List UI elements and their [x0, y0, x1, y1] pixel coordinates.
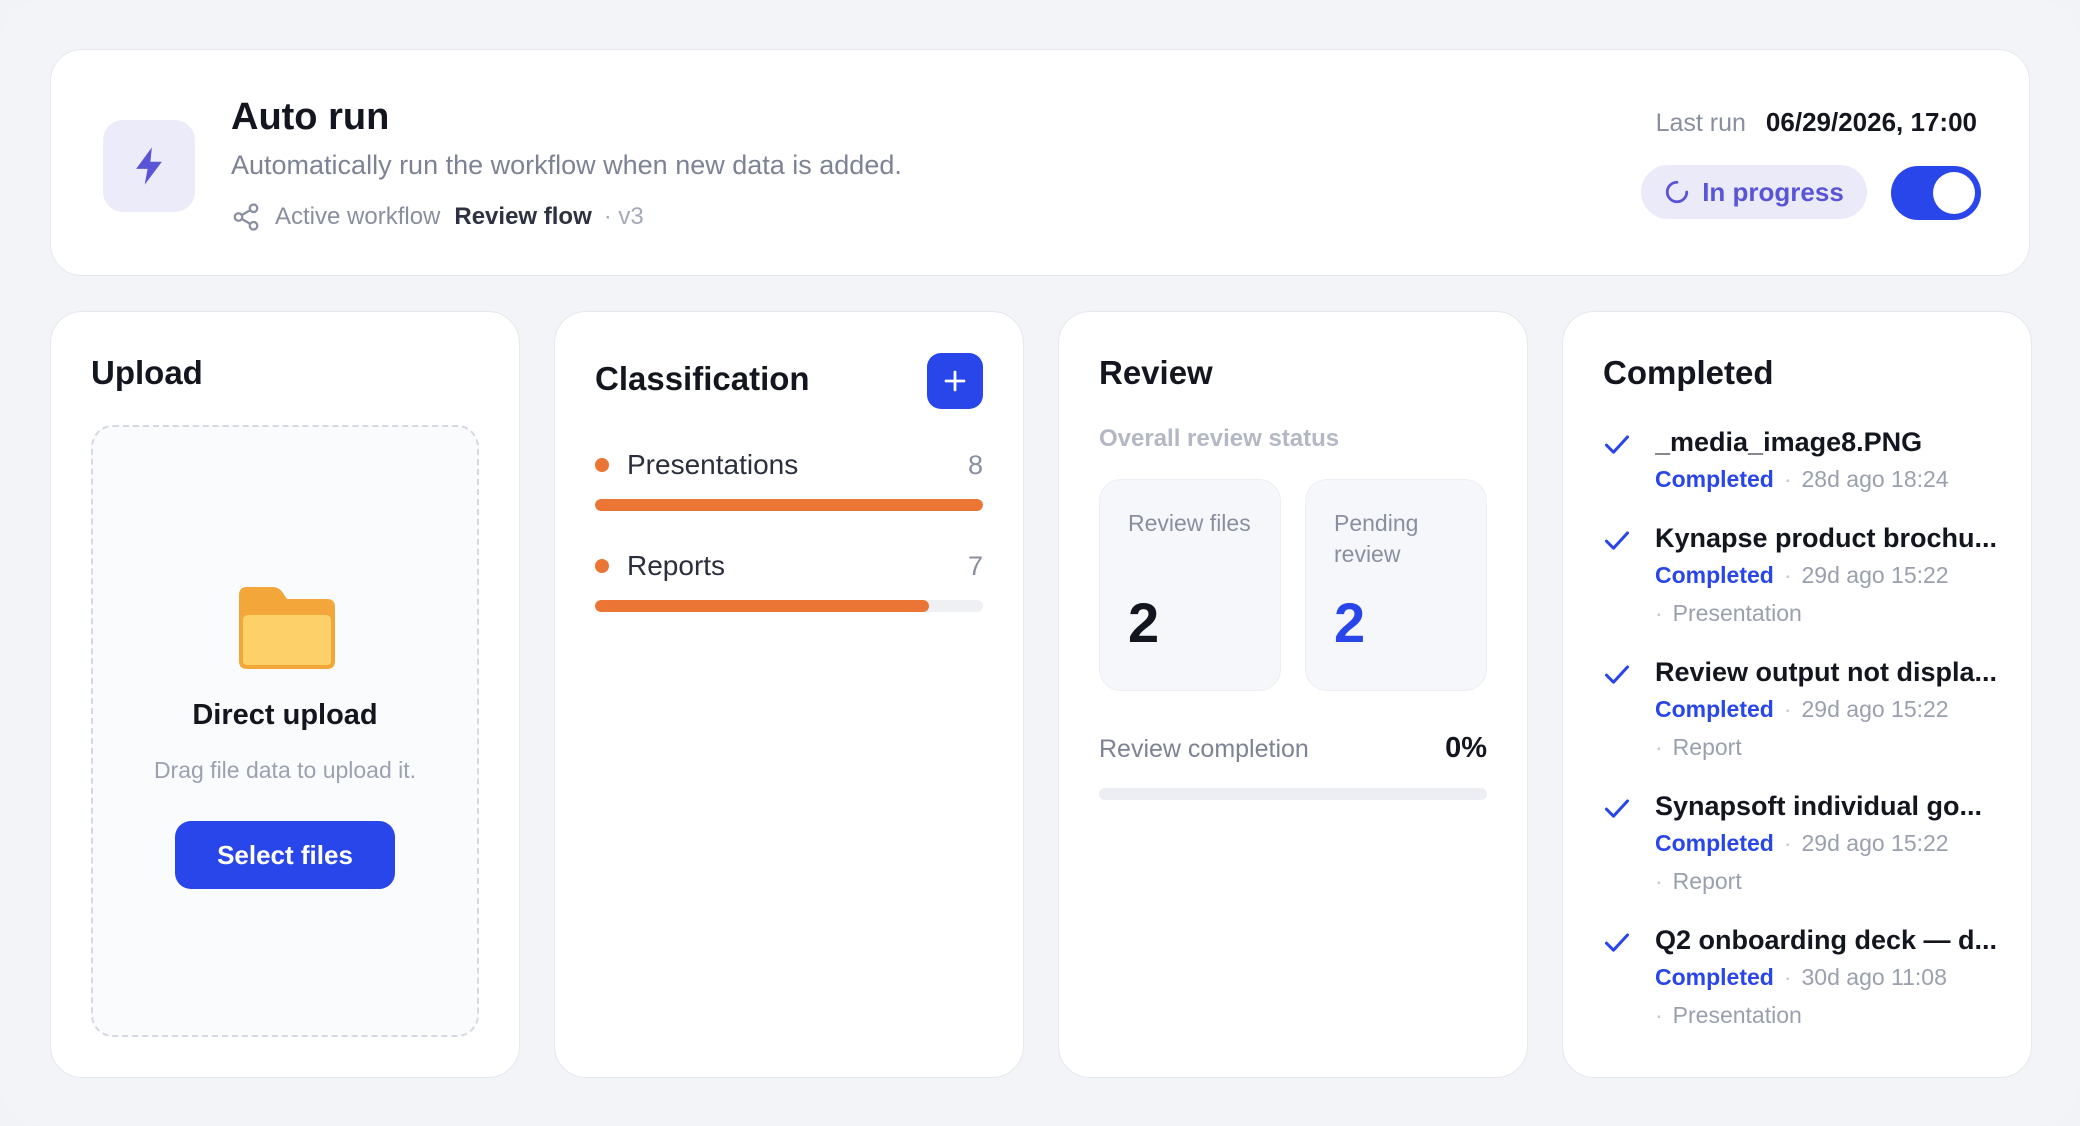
- workflow-name-link[interactable]: Review flow: [454, 203, 591, 231]
- review-title: Review: [1099, 354, 1213, 391]
- completed-meta: Completed · 29d ago 15:22: [1655, 830, 1949, 856]
- completed-time: 29d ago 15:22: [1801, 562, 1949, 588]
- check-icon: [1604, 933, 1630, 952]
- completed-meta: Completed · 30d ago 11:08: [1655, 964, 1947, 990]
- auto-run-toggle[interactable]: [1891, 166, 1981, 220]
- completed-type: · Report: [1655, 868, 1742, 894]
- upload-card: Upload Direct upload Drag file data to u…: [50, 311, 520, 1078]
- completed-file-name: Kynapse product brochu...: [1655, 523, 1998, 553]
- status-text: In progress: [1702, 176, 1844, 207]
- completed-status: Completed: [1655, 466, 1774, 492]
- completed-type: · Presentation: [1655, 600, 1802, 626]
- completed-item[interactable]: Synapsoft individual go... Completed · 29d…: [1603, 788, 2003, 900]
- completed-item[interactable]: Q2 onboarding deck — d... Completed · 30d …: [1603, 922, 2003, 1034]
- dropzone-subtitle: Drag file data to upload it.: [153, 757, 417, 783]
- category-progress-track: [595, 600, 983, 612]
- stat-value: 2: [1128, 591, 1160, 654]
- classification-title: Classification: [595, 360, 810, 397]
- completed-time: 30d ago 11:08: [1801, 964, 1947, 990]
- category-dot: [595, 458, 609, 472]
- review-card: Review Overall review status Review file…: [1058, 311, 1528, 1078]
- last-run-value: 06/29/2026, 17:00: [1765, 107, 1977, 137]
- completed-file-name: Q2 onboarding deck — d...: [1655, 925, 1998, 955]
- completed-time: 28d ago 18:24: [1801, 466, 1949, 492]
- spinner-icon: [1666, 180, 1689, 204]
- completed-meta: Completed · 29d ago 15:22: [1655, 696, 1949, 722]
- completed-type-label: Presentation: [1672, 600, 1802, 626]
- auto-run-description: Automatically run the workflow when new …: [231, 150, 902, 180]
- completed-time: 29d ago 15:22: [1801, 830, 1949, 856]
- completed-item[interactable]: _media_image8.PNG Completed · 28d ago 18:2…: [1603, 424, 2003, 498]
- completed-status: Completed: [1655, 562, 1774, 588]
- classification-item-reports[interactable]: Reports 7: [595, 548, 983, 612]
- completed-item[interactable]: Kynapse product brochu... Completed · 29d …: [1603, 520, 2003, 632]
- review-progress-track: [1099, 788, 1487, 800]
- category-progress-fill: [595, 499, 983, 511]
- auto-run-title: Auto run: [231, 96, 390, 138]
- workflow-label: Active workflow: [275, 203, 441, 230]
- category-label: Reports: [627, 550, 726, 581]
- check-icon: [1604, 799, 1630, 818]
- classification-card: Classification Presentations 8 Reports 7: [554, 311, 1024, 1078]
- completed-meta: Completed · 28d ago 18:24: [1655, 466, 1949, 492]
- workflow-version: · v3: [603, 203, 644, 230]
- completed-status: Completed: [1655, 964, 1774, 990]
- status-badge: In progress: [1641, 165, 1867, 219]
- review-completion-row: Review completion 0%: [1099, 732, 1487, 765]
- review-files-stat[interactable]: Review files 2: [1099, 479, 1281, 691]
- select-files-button[interactable]: Select files: [175, 821, 395, 889]
- check-icon: [1604, 435, 1630, 454]
- app-background: Auto run Automatically run the workflow …: [0, 0, 2080, 1126]
- review-completion-value: 0%: [1445, 732, 1487, 764]
- last-run-label: Last run: [1655, 109, 1746, 137]
- upload-title: Upload: [91, 354, 203, 391]
- auto-run-icon-box: [103, 120, 195, 212]
- completed-card: Completed _media_image8.PNG Completed · 28…: [1562, 311, 2032, 1078]
- plus-icon: [944, 370, 966, 392]
- share-icon: [233, 203, 259, 231]
- category-count: 7: [967, 550, 983, 581]
- completed-file-name: _media_image8.PNG: [1655, 427, 1923, 457]
- completed-type: · Report: [1655, 734, 1742, 760]
- check-icon: [1604, 531, 1630, 550]
- completed-title: Completed: [1603, 354, 1774, 391]
- lightning-bolt-icon: [136, 147, 162, 185]
- dropzone-title: Direct upload: [192, 699, 378, 731]
- completed-type-label: Report: [1672, 868, 1742, 894]
- review-completion-label: Review completion: [1099, 735, 1309, 763]
- review-subtitle: Overall review status: [1099, 425, 1340, 452]
- category-dot: [595, 559, 609, 573]
- stat-value: 2: [1334, 591, 1366, 654]
- completed-type-label: Report: [1672, 734, 1742, 760]
- category-count: 8: [967, 449, 983, 480]
- completed-type: · Presentation: [1655, 1002, 1802, 1028]
- active-workflow-line: Active workflow Review flow · v3: [231, 202, 644, 232]
- category-label: Presentations: [627, 449, 799, 480]
- pending-review-stat[interactable]: Pending review 2: [1305, 479, 1487, 691]
- completed-item[interactable]: Review output not displa... Completed · 29…: [1603, 654, 2003, 766]
- completed-list: _media_image8.PNG Completed · 28d ago 18:2…: [1603, 424, 2003, 1056]
- classification-item-presentations[interactable]: Presentations 8: [595, 447, 983, 511]
- completed-status: Completed: [1655, 830, 1774, 856]
- category-progress-fill: [595, 600, 929, 612]
- toggle-knob: [1933, 172, 1975, 214]
- check-icon: [1604, 665, 1630, 684]
- upload-dropzone[interactable]: Direct upload Drag file data to upload i…: [91, 425, 479, 1037]
- stat-label: Pending review: [1334, 510, 1419, 567]
- folder-icon: [239, 587, 335, 669]
- auto-run-card: Auto run Automatically run the workflow …: [50, 49, 2030, 276]
- completed-time: 29d ago 15:22: [1801, 696, 1949, 722]
- completed-file-name: Synapsoft individual go...: [1655, 791, 1983, 821]
- category-progress-track: [595, 499, 983, 511]
- stat-label: Review files: [1128, 510, 1251, 536]
- last-run: Last run 06/29/2026, 17:00: [1656, 107, 1977, 138]
- add-classification-button[interactable]: [927, 353, 983, 409]
- completed-file-name: Review output not displa...: [1655, 657, 1998, 687]
- completed-status: Completed: [1655, 696, 1774, 722]
- completed-type-label: Presentation: [1672, 1002, 1802, 1028]
- completed-meta: Completed · 29d ago 15:22: [1655, 562, 1949, 588]
